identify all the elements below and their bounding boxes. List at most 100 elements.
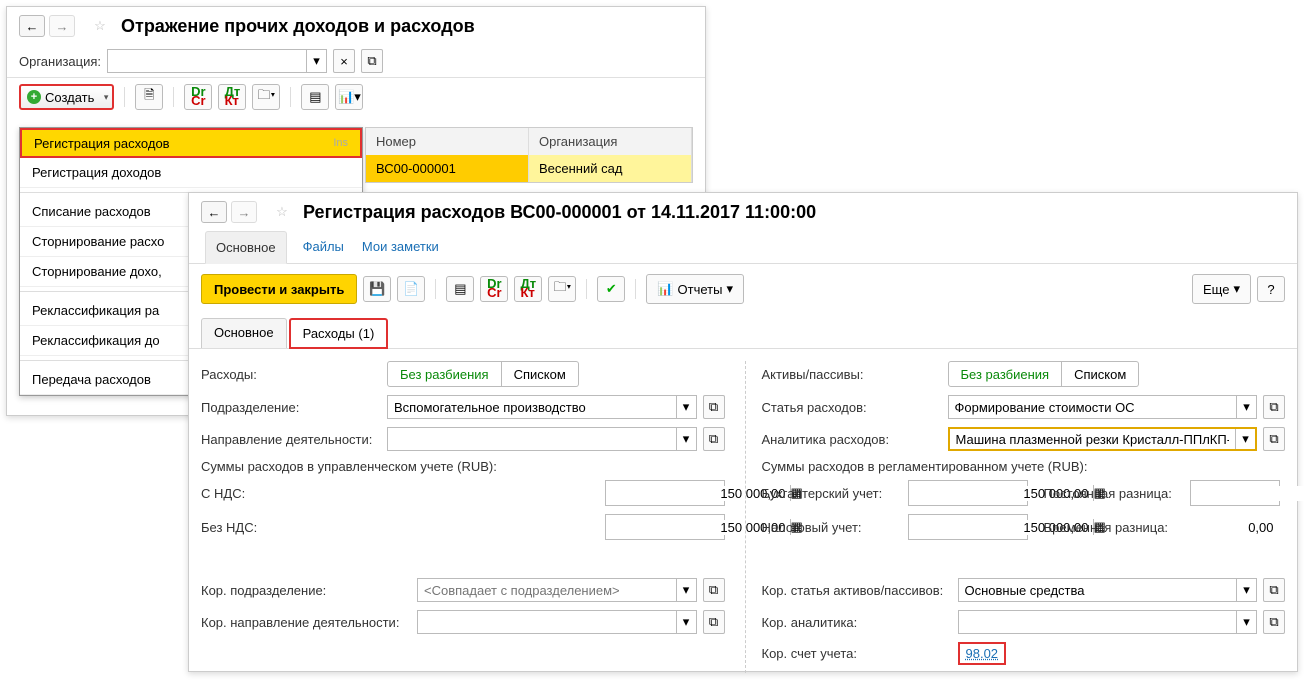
- bu-field[interactable]: ▦: [908, 480, 1028, 506]
- plus-icon: +: [27, 90, 41, 104]
- struct-button[interactable]: ▤: [301, 84, 329, 110]
- label-kan: Кор. аналитика:: [762, 615, 952, 630]
- label-knapr: Кор. направление деятельности:: [201, 615, 411, 630]
- tab-files[interactable]: Файлы: [301, 231, 346, 263]
- label-ksap: Кор. статья активов/пассивов:: [762, 583, 952, 598]
- pr-field[interactable]: ▦: [1190, 480, 1280, 506]
- ar-open[interactable]: ⧉: [1263, 427, 1285, 451]
- kor-account-link[interactable]: 98.02: [958, 642, 1007, 665]
- tab-notes[interactable]: Мои заметки: [360, 231, 441, 263]
- chevron-down-icon[interactable]: ▾: [1235, 429, 1255, 449]
- menu-reg-rashodov[interactable]: Регистрация расходов Ins: [20, 128, 362, 158]
- grid-header: Номер Организация: [366, 128, 692, 155]
- reports-button[interactable]: 📊 Отчеты ▾: [646, 274, 744, 304]
- knapr-combo[interactable]: ▾: [417, 610, 697, 634]
- snds-field[interactable]: ▦: [605, 480, 725, 506]
- subtab-rashody[interactable]: Расходы (1): [289, 318, 389, 349]
- chevron-down-icon[interactable]: ▾: [1236, 611, 1256, 633]
- org-combo[interactable]: ▾: [107, 49, 327, 73]
- vr-value: 0,00: [1190, 520, 1280, 535]
- drcr-icon[interactable]: DrCr: [480, 276, 508, 302]
- col-number[interactable]: Номер: [366, 128, 529, 155]
- label-pr: Постоянная разница:: [1044, 486, 1184, 501]
- kan-combo[interactable]: ▾: [958, 610, 1258, 634]
- label-snds: С НДС:: [201, 486, 381, 501]
- help-button[interactable]: ?: [1257, 276, 1285, 302]
- chevron-down-icon[interactable]: ▾: [1236, 579, 1256, 601]
- chevron-down-icon[interactable]: ▾: [676, 579, 696, 601]
- btn-list-right[interactable]: Списком: [1062, 361, 1139, 387]
- org-open-button[interactable]: ⧉: [361, 49, 383, 73]
- cell-org: Весенний сад: [529, 155, 692, 182]
- napr-combo[interactable]: ▾: [387, 427, 697, 451]
- chart-dropdown-button[interactable]: 📊▾: [335, 84, 363, 110]
- detail-title: Регистрация расходов ВС00-000001 от 14.1…: [303, 202, 816, 223]
- check-icon[interactable]: ✔: [597, 276, 625, 302]
- chevron-down-icon[interactable]: ▾: [1236, 396, 1256, 418]
- post-icon[interactable]: 📄: [397, 276, 425, 302]
- create-button[interactable]: + Создать: [19, 84, 114, 110]
- nav-forward-button[interactable]: →: [231, 201, 257, 223]
- tab-main[interactable]: Основное: [205, 231, 287, 264]
- podr-combo[interactable]: ▾: [387, 395, 697, 419]
- nav-back-button[interactable]: ←: [201, 201, 227, 223]
- napr-open[interactable]: ⧉: [703, 427, 725, 451]
- label-kpodr: Кор. подразделение:: [201, 583, 411, 598]
- detail-header: ← → ☆ Регистрация расходов ВС00-000001 о…: [189, 193, 1297, 231]
- struct-icon[interactable]: ▤: [446, 276, 474, 302]
- label-rashody: Расходы:: [201, 367, 381, 382]
- drcr-button[interactable]: DrCr: [184, 84, 212, 110]
- label-bnds: Без НДС:: [201, 520, 381, 535]
- kan-open[interactable]: ⧉: [1263, 610, 1285, 634]
- col-org[interactable]: Организация: [529, 128, 692, 155]
- kpodr-combo[interactable]: ▾: [417, 578, 697, 602]
- subtab-main[interactable]: Основное: [201, 318, 287, 348]
- btn-list-left[interactable]: Списком: [502, 361, 579, 387]
- ksap-open[interactable]: ⧉: [1263, 578, 1285, 602]
- nav-forward-button[interactable]: →: [49, 15, 75, 37]
- dtkt-icon[interactable]: ДтКт: [514, 276, 542, 302]
- chevron-down-icon[interactable]: ▾: [676, 611, 696, 633]
- header: ← → ☆ Отражение прочих доходов и расходо…: [7, 7, 705, 45]
- window-reg-rashodov: ← → ☆ Регистрация расходов ВС00-000001 о…: [188, 192, 1298, 672]
- ar-combo[interactable]: ▾: [948, 427, 1258, 451]
- favorite-star-icon[interactable]: ☆: [271, 201, 293, 223]
- nu-field[interactable]: ▦: [908, 514, 1028, 540]
- doc-grid: Номер Организация ВС00-000001 Весенний с…: [365, 127, 693, 183]
- grid-row[interactable]: ВС00-000001 Весенний сад: [366, 155, 692, 182]
- copy-button[interactable]: 🗎: [135, 84, 163, 110]
- org-input[interactable]: [108, 50, 306, 72]
- dtkt-button[interactable]: ДтКт: [218, 84, 246, 110]
- knapr-open[interactable]: ⧉: [703, 610, 725, 634]
- command-bar: Провести и закрыть 💾 📄 ▤ DrCr ДтКт 🗀▾ ✔ …: [189, 264, 1297, 314]
- more-button[interactable]: Еще ▾: [1192, 274, 1251, 304]
- post-and-close-button[interactable]: Провести и закрыть: [201, 274, 357, 304]
- favorite-star-icon[interactable]: ☆: [89, 15, 111, 37]
- label-nu: Налоговый учет:: [762, 520, 902, 535]
- chevron-down-icon[interactable]: ▾: [676, 396, 696, 418]
- menu-reg-dohodov[interactable]: Регистрация доходов: [20, 158, 362, 188]
- split-toggle-left[interactable]: Без разбиения Списком: [387, 361, 579, 387]
- org-clear-button[interactable]: ×: [333, 49, 355, 73]
- folder-dropdown-button[interactable]: 🗀▾: [252, 84, 280, 110]
- chevron-down-icon[interactable]: ▾: [676, 428, 696, 450]
- btn-bez-right[interactable]: Без разбиения: [948, 361, 1063, 387]
- split-toggle-right[interactable]: Без разбиения Списком: [948, 361, 1140, 387]
- right-col: Активы/пассивы: Без разбиения Списком Ст…: [745, 361, 1286, 673]
- sr-open[interactable]: ⧉: [1263, 395, 1285, 419]
- form-area: Расходы: Без разбиения Списком Подраздел…: [189, 349, 1297, 685]
- sub-tabs: Основное Расходы (1): [189, 318, 1297, 349]
- bnds-field[interactable]: ▦: [605, 514, 725, 540]
- podr-open[interactable]: ⧉: [703, 395, 725, 419]
- ksap-combo[interactable]: ▾: [958, 578, 1258, 602]
- sr-combo[interactable]: ▾: [948, 395, 1258, 419]
- folder-icon[interactable]: 🗀▾: [548, 276, 576, 302]
- create-label: Создать: [45, 90, 94, 105]
- org-dropdown-icon[interactable]: ▾: [306, 50, 326, 72]
- org-row: Организация: ▾ × ⧉: [7, 45, 705, 77]
- right-section: Суммы расходов в регламентированном учет…: [762, 459, 1286, 474]
- save-icon[interactable]: 💾: [363, 276, 391, 302]
- kpodr-open[interactable]: ⧉: [703, 578, 725, 602]
- btn-bez-left[interactable]: Без разбиения: [387, 361, 502, 387]
- nav-back-button[interactable]: ←: [19, 15, 45, 37]
